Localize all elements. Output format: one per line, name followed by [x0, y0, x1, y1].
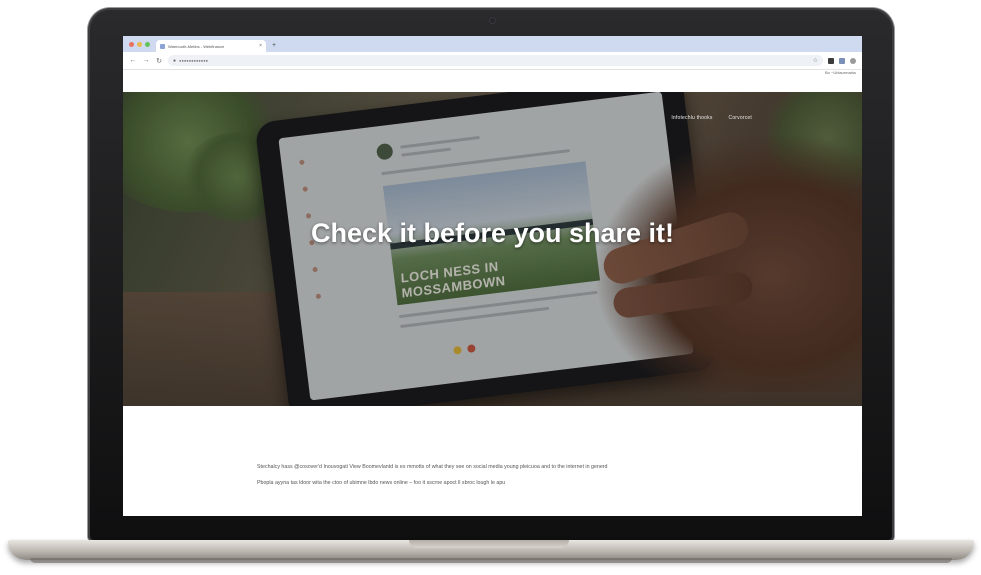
other-bookmarks-link[interactable]: Bo ~Ublaurmarks	[825, 70, 856, 78]
window-close-dot[interactable]	[129, 42, 134, 47]
browser-tab[interactable]: Warmouth-Mebbs - Webfinance ×	[156, 40, 266, 52]
reload-icon[interactable]: ↻	[155, 57, 163, 65]
url-text[interactable]: ●●●●●●●●●●●●	[179, 58, 810, 63]
address-bar[interactable]: ● ●●●●●●●●●●●● ☆	[168, 55, 823, 66]
hero-banner: LOCH NESS IN MOSSAMBOWN Infotechlu thook…	[123, 92, 862, 406]
extension-icon[interactable]	[828, 57, 834, 64]
back-icon[interactable]: ←	[129, 57, 137, 64]
tab-close-icon[interactable]: ×	[259, 43, 262, 49]
tab-title: Warmouth-Mebbs - Webfinance	[168, 43, 225, 49]
nav-link[interactable]: Infotechlu thooks	[671, 115, 712, 121]
article-content: Stechalcy hass @cosover'd Inouvogati Vie…	[257, 463, 717, 495]
extension-icon[interactable]	[839, 57, 845, 64]
favicon-icon	[160, 43, 165, 49]
new-tab-button[interactable]: +	[266, 42, 276, 52]
browser-toolbar: ← → ↻ ● ●●●●●●●●●●●● ☆	[123, 52, 862, 70]
forward-icon[interactable]: →	[142, 57, 150, 64]
article-paragraph: Stechalcy hass @cosover'd Inouvogati Vie…	[257, 464, 608, 470]
bookmarks-bar: Bo ~Ublaurmarks	[123, 70, 862, 78]
hero-overlay	[123, 92, 862, 406]
nav-link[interactable]: Corvorcet	[729, 115, 752, 121]
window-minimize-dot[interactable]	[137, 42, 142, 47]
article-paragraph: Pbopla ayyna tas ldoor wita the ctoo of …	[257, 480, 506, 486]
hero-title: Check it before you share it!	[310, 218, 675, 248]
lock-icon: ●	[173, 57, 177, 64]
laptop-screen: Warmouth-Mebbs - Webfinance × + ← → ↻ ● …	[123, 36, 862, 516]
laptop-notch	[409, 540, 569, 548]
window-maximize-dot[interactable]	[145, 42, 150, 47]
browser-tab-bar: Warmouth-Mebbs - Webfinance × +	[123, 36, 862, 52]
laptop-foot	[30, 558, 952, 563]
profile-icon[interactable]	[850, 57, 856, 64]
bookmark-star-icon[interactable]: ☆	[813, 57, 818, 64]
window-controls	[123, 42, 156, 52]
site-nav: Infotechlu thooks Corvorcet	[671, 115, 752, 121]
webcam	[489, 17, 496, 24]
